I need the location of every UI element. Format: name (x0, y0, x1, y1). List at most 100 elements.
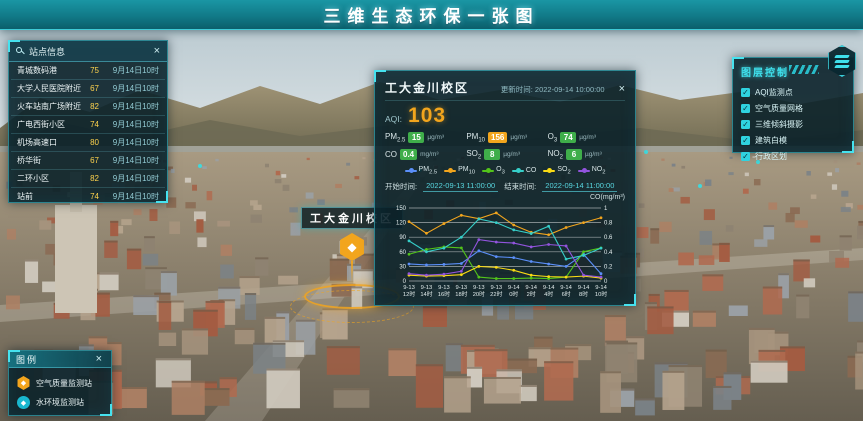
station-row[interactable]: 大学人民医院附近679月14日10时 (11, 80, 165, 98)
update-time-label: 更新时间: 2022-09-14 10:00:00 (501, 84, 605, 95)
chart-legend-item[interactable]: PM2.5 (405, 166, 438, 175)
start-time-input[interactable]: 2022-09-13 11:00:00 (423, 181, 498, 192)
checkbox-icon[interactable]: ✓ (741, 136, 750, 145)
station-row[interactable]: 二环小区829月14日10时 (11, 170, 165, 188)
header-bar: 三维生态环保一张图 (0, 0, 863, 30)
svg-text:9-13: 9-13 (438, 285, 450, 291)
station-row[interactable]: 广电西街小区749月14日10时 (11, 116, 165, 134)
layer-label: 建筑白模 (755, 135, 787, 146)
legend-item-label: 水环境监测站 (36, 397, 84, 408)
svg-text:10时: 10时 (595, 290, 607, 298)
start-time-label: 开始时间: (385, 181, 417, 192)
station-update-time: 9月14日10时 (103, 155, 159, 166)
legend-marker-icon (578, 170, 590, 172)
aqi-label: AQI: (385, 114, 402, 124)
checkbox-icon[interactable]: ✓ (741, 88, 750, 97)
layer-control-panel: 图层控制 ✓AQI监测点✓空气质量网格✓三维倾斜摄影✓建筑白模✓行政区划 (732, 57, 854, 153)
station-aqi-value: 74 (81, 192, 103, 201)
layer-item[interactable]: ✓ 空气质量网格 (741, 100, 845, 116)
close-icon[interactable]: × (154, 46, 160, 57)
station-update-time: 9月14日10时 (103, 191, 159, 202)
legend-dot-icon (486, 168, 491, 173)
checkbox-icon[interactable]: ✓ (741, 120, 750, 129)
layer-label: 空气质量网格 (755, 103, 803, 114)
svg-text:9-13: 9-13 (403, 285, 415, 291)
chart-legend-item[interactable]: PM10 (444, 166, 475, 175)
station-update-time: 9月14日10时 (103, 83, 159, 94)
svg-text:22时: 22时 (490, 290, 502, 298)
search-icon[interactable] (16, 47, 24, 55)
legend-dot-icon (582, 168, 587, 173)
station-update-time: 9月14日10时 (103, 65, 159, 76)
legend-header: 图例 × (9, 351, 111, 368)
svg-text:90: 90 (399, 235, 406, 241)
station-aqi-value: 80 (81, 138, 103, 147)
legend-dot-icon (409, 168, 414, 173)
station-row[interactable]: 站前749月14日10时 (11, 188, 165, 206)
pollutant-value-badge: 6 (566, 149, 582, 160)
right-axis-label: CO(mg/m³) (385, 194, 625, 201)
station-aqi-value: 74 (81, 120, 103, 129)
pollutant-cell: NO26µg/m³ (548, 149, 625, 161)
pollutant-name: NO2 (548, 149, 563, 161)
legend-label: PM2.5 (419, 166, 438, 175)
station-name: 青城数码港 (17, 65, 81, 76)
layer-item[interactable]: ✓三维倾斜摄影 (741, 116, 845, 132)
popup-title-row: 工大金川校区 更新时间: 2022-09-14 10:00:00 × (385, 79, 625, 101)
layer-label: 行政区划 (755, 151, 787, 162)
svg-text:9-14: 9-14 (508, 285, 520, 291)
aqi-trend-chart[interactable]: 030609012015000.20.40.60.819-1312时9-1314… (385, 202, 627, 298)
svg-text:20时: 20时 (473, 290, 485, 298)
layer-item[interactable]: ✓AQI监测点 (741, 84, 845, 100)
chart-legend: PM2.5 PM10 O3 CO SO2 NO2 (385, 166, 625, 175)
legend-dot-icon (448, 168, 453, 173)
station-name: 二环小区 (17, 173, 81, 184)
station-aqi-value: 75 (81, 66, 103, 75)
pollutant-unit: µg/m³ (503, 151, 520, 158)
legend-item[interactable]: ◆ 水环境监测站 (17, 393, 103, 412)
svg-text:30: 30 (399, 264, 406, 270)
chart-legend-item[interactable]: O3 (482, 166, 505, 175)
pollutant-unit: µg/m³ (427, 134, 444, 141)
station-row[interactable]: 青城数码港759月14日10时 (11, 62, 165, 80)
station-aqi-value: 82 (81, 174, 103, 183)
station-row[interactable]: 机场高速口809月14日10时 (11, 134, 165, 152)
checkbox-icon[interactable]: ✓ (741, 152, 750, 161)
pollutant-value-badge: 156 (488, 132, 507, 143)
station-aqi-value: 67 (81, 156, 103, 165)
svg-text:18时: 18时 (455, 290, 467, 298)
pollutant-cell: PM2.515µg/m³ (385, 132, 462, 144)
chart-legend-item[interactable]: CO (512, 166, 537, 175)
layer-item[interactable]: ✓ 建筑白模 (741, 132, 845, 148)
legend-label: CO (526, 167, 537, 174)
layers-icon-bar (834, 60, 850, 63)
checkbox-icon[interactable]: ✓ (741, 104, 750, 113)
legend-list: ◆空气质量监测站 ◆ 水环境监测站 (9, 368, 111, 417)
station-aqi-value: 67 (81, 84, 103, 93)
legend-item[interactable]: ◆空气质量监测站 (17, 373, 103, 393)
svg-text:150: 150 (396, 206, 407, 212)
svg-text:9-13: 9-13 (456, 285, 468, 291)
station-aqi-value: 82 (81, 102, 103, 111)
close-icon[interactable]: × (619, 84, 625, 95)
station-list-header: 站点信息 × (9, 41, 167, 62)
legend-title: 图例 (16, 353, 38, 366)
pollutant-cell: O374µg/m³ (548, 132, 625, 144)
end-time-input[interactable]: 2022-09-14 11:00:00 (542, 181, 617, 192)
svg-text:9-14: 9-14 (525, 285, 537, 291)
popup-title: 工大金川校区 (385, 79, 469, 96)
close-icon[interactable]: × (96, 354, 104, 365)
layer-item[interactable]: ✓ 行政区划 (741, 148, 845, 164)
pollutant-name: SO2 (466, 149, 481, 161)
chart-legend-item[interactable]: SO2 (543, 166, 570, 175)
svg-text:16时: 16时 (438, 290, 450, 298)
pollutant-unit: mg/m³ (420, 151, 438, 158)
station-row[interactable]: 火车站南广场附近829月14日10时 (11, 98, 165, 116)
legend-label: O3 (496, 166, 505, 175)
circle-marker-icon: ◆ (17, 396, 30, 409)
station-row[interactable]: 桥华街679月14日10时 (11, 152, 165, 170)
pollutant-name: PM2.5 (385, 132, 405, 144)
svg-text:0时: 0时 (509, 290, 518, 298)
chart-legend-item[interactable]: NO2 (578, 166, 606, 175)
pollutant-cell: PM10156µg/m³ (466, 132, 543, 144)
